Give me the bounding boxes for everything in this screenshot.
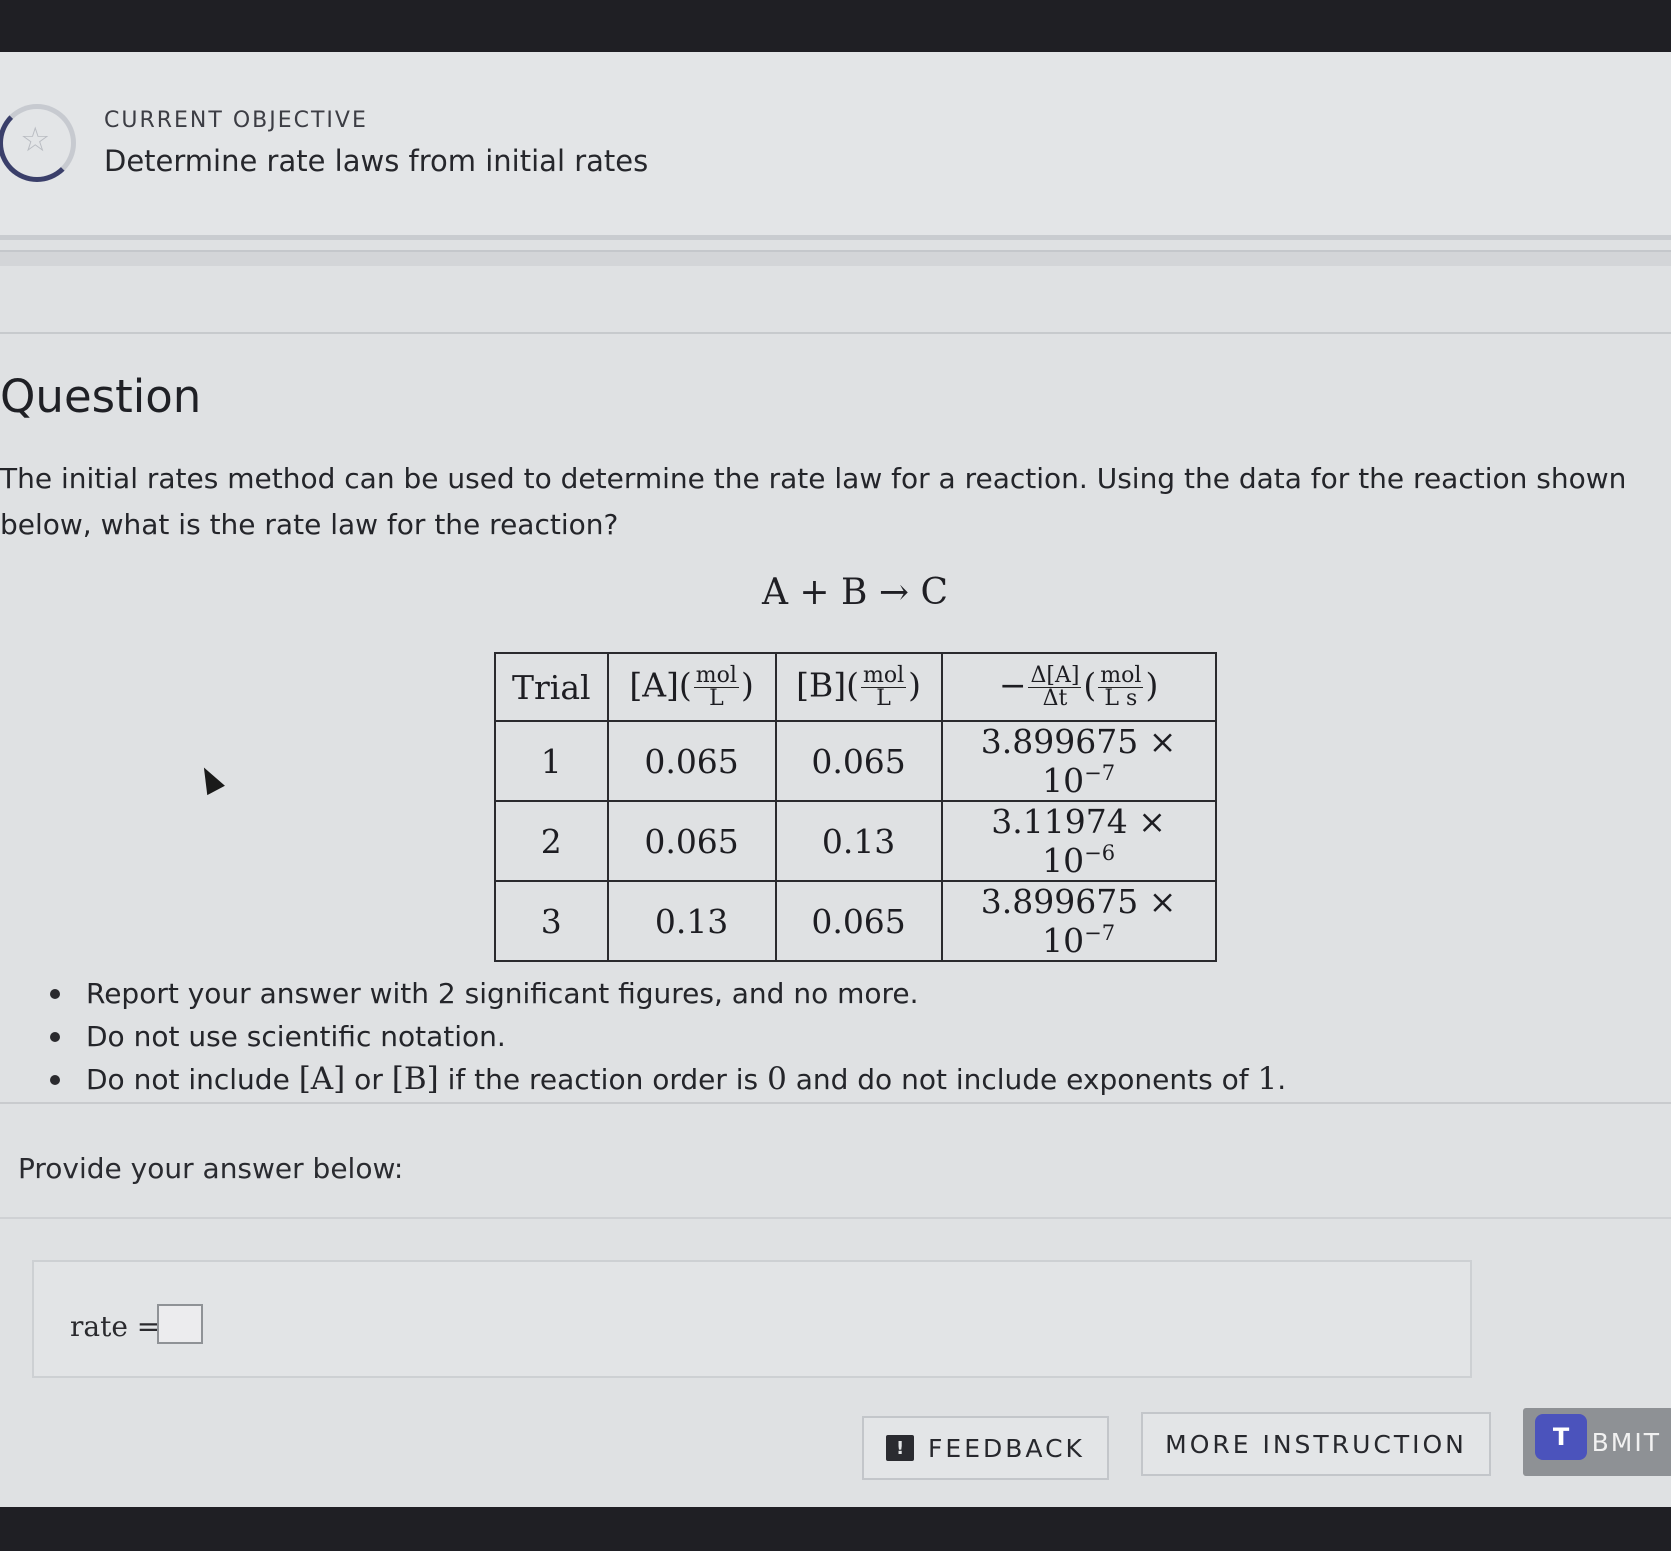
cell-rate: 3.11974 × 10−6	[940, 800, 1217, 882]
list-item: Do not include [A] or [B] if the reactio…	[50, 1058, 1286, 1101]
question-heading: Question	[0, 370, 202, 423]
rate-unit-den: L s	[1104, 685, 1138, 711]
rate-den: Δt	[1042, 685, 1068, 711]
divider	[0, 332, 1671, 334]
rule-math-one: 1	[1257, 1061, 1278, 1097]
rule-text: or	[345, 1063, 392, 1096]
rule-math-a: [A]	[298, 1061, 346, 1097]
unit-num: mol	[861, 662, 907, 688]
rate-unit-fraction: mol L s	[1098, 662, 1144, 711]
rate-data-table: Trial [A](mol L) [B](mol L) − Δ[A] Δt(mol L s…	[494, 652, 1217, 962]
rate-num: Δ[A]	[1028, 662, 1082, 688]
feedback-icon: !	[886, 1435, 915, 1461]
cell-trial: 3	[494, 880, 609, 962]
app-screen: ☆ CURRENT OBJECTIVE Determine rate laws …	[0, 52, 1671, 1507]
rule-text: .	[1277, 1063, 1287, 1096]
header-a-prefix: [A](	[629, 665, 692, 704]
cell-a: 0.13	[606, 880, 777, 962]
table-row: 2 0.065 0.13 3.11974 × 10−6	[494, 800, 1217, 882]
cell-b: 0.065	[774, 720, 943, 802]
objective-header: ☆ CURRENT OBJECTIVE Determine rate laws …	[0, 52, 1671, 237]
rate-base: 3.899675 × 10	[980, 882, 1177, 960]
feedback-label: FEEDBACK	[928, 1433, 1085, 1463]
reaction-equation: A + B → C	[761, 572, 949, 613]
cell-b: 0.065	[774, 880, 943, 962]
cell-a: 0.065	[606, 720, 777, 802]
unit-den: L	[876, 685, 891, 711]
header-trial: Trial	[494, 652, 609, 722]
divider	[0, 235, 1671, 240]
header-close: )	[1145, 665, 1159, 704]
feedback-button[interactable]: ! FEEDBACK	[862, 1416, 1109, 1480]
header-close: )	[740, 665, 754, 704]
objective-label: CURRENT OBJECTIVE	[104, 108, 368, 133]
rate-fraction: Δ[A] Δt	[1028, 662, 1082, 711]
rate-base: 3.899675 × 10	[980, 722, 1177, 800]
divider	[0, 1217, 1671, 1219]
unit-den: L	[709, 685, 724, 711]
header-rate: − Δ[A] Δt(mol L s)	[940, 652, 1217, 722]
header-conc-a: [A](mol L)	[606, 652, 777, 722]
rule-math-b: [B]	[391, 1061, 439, 1097]
more-instruction-button[interactable]: MORE INSTRUCTION	[1141, 1412, 1491, 1476]
rule-text: if the reaction order is	[438, 1063, 768, 1096]
divider	[0, 250, 1671, 266]
unit-num: mol	[693, 662, 739, 688]
cell-rate: 3.899675 × 10−7	[940, 880, 1217, 962]
answer-box	[32, 1260, 1472, 1378]
rate-base: 3.11974 × 10	[991, 802, 1166, 880]
unit-fraction: mol L	[693, 662, 739, 711]
cell-trial: 2	[494, 800, 609, 882]
header-close: )	[908, 665, 922, 704]
rate-exponent: −6	[1084, 841, 1116, 865]
question-text: The initial rates method can be used to …	[0, 462, 1627, 541]
submit-label: BMIT	[1591, 1427, 1661, 1457]
header-b-prefix: [B](	[796, 665, 859, 704]
answer-prompt: Provide your answer below:	[18, 1152, 404, 1185]
rate-input[interactable]	[157, 1304, 203, 1344]
table-header-row: Trial [A](mol L) [B](mol L) − Δ[A] Δt(mol L s…	[494, 652, 1217, 722]
objective-title: Determine rate laws from initial rates	[104, 144, 649, 178]
divider	[0, 1102, 1671, 1104]
list-item: Do not use scientific notation.	[50, 1015, 1286, 1058]
rule-text: and do not include exponents of	[786, 1063, 1258, 1096]
teams-icon[interactable]: T	[1535, 1414, 1587, 1460]
cell-rate: 3.899675 × 10−7	[940, 720, 1217, 802]
star-icon: ☆	[20, 120, 51, 160]
table-row: 3 0.13 0.065 3.899675 × 10−7	[494, 880, 1217, 962]
rate-exponent: −7	[1084, 921, 1116, 945]
unit-fraction: mol L	[861, 662, 907, 711]
cell-b: 0.13	[774, 800, 943, 882]
rule-math-zero: 0	[767, 1061, 787, 1097]
rate-exponent: −7	[1084, 761, 1116, 785]
more-instruction-label: MORE INSTRUCTION	[1165, 1429, 1467, 1459]
table-row: 1 0.065 0.065 3.899675 × 10−7	[494, 720, 1217, 802]
cell-a: 0.065	[606, 800, 777, 882]
mouse-cursor-icon	[195, 762, 225, 796]
rate-label: rate =	[70, 1310, 161, 1343]
list-item: Report your answer with 2 significant fi…	[50, 972, 1286, 1015]
rate-unit-num: mol	[1098, 662, 1144, 688]
header-conc-b: [B](mol L)	[774, 652, 943, 722]
rule-text: Do not include	[86, 1063, 299, 1096]
cell-trial: 1	[494, 720, 609, 802]
header-rate-neg: −	[998, 665, 1027, 704]
instruction-list: Report your answer with 2 significant fi…	[50, 972, 1286, 1101]
